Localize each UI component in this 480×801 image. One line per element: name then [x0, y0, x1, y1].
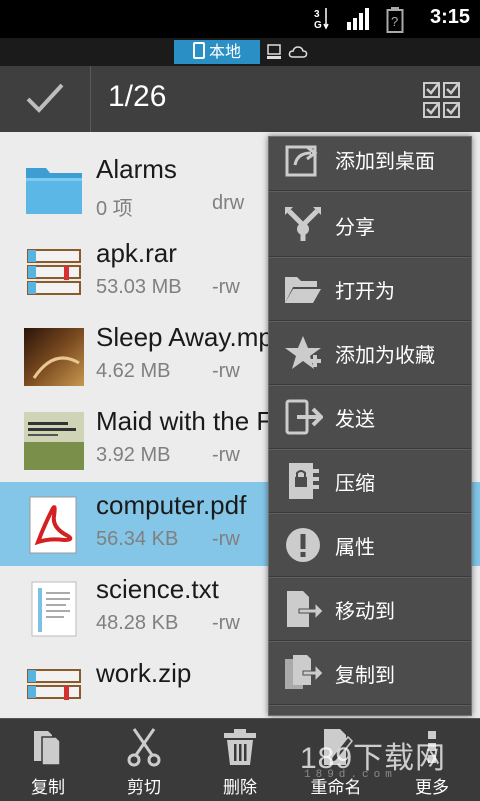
menu-item-label: 复制到	[335, 663, 395, 687]
menu-item-share[interactable]: 分享	[269, 193, 471, 257]
menu-item-label: 发送	[335, 407, 375, 431]
action-bar: 1/26	[0, 66, 480, 133]
menu-item-label: 属性	[335, 535, 375, 559]
favorite-star-icon	[283, 333, 323, 373]
file-size: 0 项	[96, 198, 133, 220]
file-name: Sleep Away.mp3	[96, 322, 288, 352]
checkmark-icon	[26, 82, 64, 118]
send-icon	[283, 397, 324, 437]
folder-icon	[24, 132, 84, 134]
selection-counter: 1/26	[108, 80, 167, 113]
album-art-thumbnail	[24, 328, 84, 386]
file-permissions: drw	[212, 192, 245, 214]
tab-local-storage[interactable]: 本地	[174, 40, 260, 64]
file-name: work.zip	[96, 658, 192, 688]
scissors-icon	[126, 727, 162, 767]
menu-item-compress[interactable]: 压缩	[269, 449, 471, 513]
menu-item-label: 添加到桌面	[335, 149, 435, 173]
watermark-subtext: 189d.com	[304, 769, 397, 781]
cloud-icon[interactable]	[288, 44, 308, 64]
folder-icon	[24, 160, 84, 218]
tab-local-label: 本地	[208, 42, 241, 61]
cut-label: 剪切	[127, 778, 161, 798]
file-permissions: -rw	[212, 444, 240, 466]
trash-icon	[222, 727, 258, 767]
phone-icon	[192, 42, 205, 59]
menu-item-send[interactable]: 发送	[269, 385, 471, 449]
menu-item-label: 压缩	[335, 471, 375, 495]
archive-icon	[24, 664, 84, 718]
menu-item-open-as[interactable]: 打开为	[269, 257, 471, 321]
add-shortcut-icon	[283, 139, 323, 179]
clock: 3:15	[429, 6, 470, 28]
file-size: 48.28 KB	[96, 612, 179, 634]
album-art-thumbnail	[24, 412, 84, 470]
battery-unknown-icon: ?	[386, 6, 404, 38]
file-name: science.txt	[96, 574, 219, 604]
file-permissions: -rw	[212, 528, 240, 550]
menu-item-move-to[interactable]: 移动到	[269, 577, 471, 641]
svg-text:G: G	[314, 20, 322, 31]
menu-item-properties[interactable]: 属性	[269, 513, 471, 577]
status-bar: 3G ? 3:15	[0, 0, 480, 38]
bottom-toolbar: 复制 剪切 删除 重命名 更多 189下载网 189d.com	[0, 718, 480, 801]
info-icon	[283, 525, 323, 565]
select-all-icon[interactable]	[422, 80, 462, 124]
open-folder-icon	[283, 269, 323, 309]
network-drive-icon[interactable]	[266, 44, 282, 64]
copy-button[interactable]: 复制	[0, 719, 96, 801]
copy-label: 复制	[31, 778, 65, 798]
file-permissions: -rw	[212, 360, 240, 382]
archive-icon	[24, 244, 84, 302]
file-name: Alarms	[96, 154, 177, 184]
file-name: apk.rar	[96, 238, 177, 268]
menu-item-copy-to[interactable]: 复制到	[269, 641, 471, 705]
network-3g-icon: 3G	[312, 6, 330, 36]
file-permissions: -rw	[212, 276, 240, 298]
cut-button[interactable]: 剪切	[96, 719, 192, 801]
move-icon	[283, 589, 324, 629]
menu-item-label: 移动到	[335, 599, 395, 623]
signal-strength-icon	[346, 6, 372, 36]
file-size: 56.34 KB	[96, 528, 179, 550]
file-size: 53.03 MB	[96, 276, 182, 298]
done-button[interactable]	[0, 66, 91, 132]
menu-item-label: 添加为收藏	[335, 343, 435, 367]
delete-button[interactable]: 删除	[192, 719, 288, 801]
menu-item-add-to-desktop[interactable]: 添加到桌面	[269, 137, 471, 191]
menu-item-label: 打开为	[335, 279, 395, 303]
text-file-icon	[24, 580, 84, 638]
file-size: 3.92 MB	[96, 444, 171, 466]
file-permissions: -rw	[212, 612, 240, 634]
file-name: computer.pdf	[96, 490, 247, 520]
delete-label: 删除	[223, 778, 257, 798]
context-menu: 添加到桌面 分享 打开为 添加为收藏 发送 压缩 属性 移动到 复制到	[268, 136, 472, 716]
share-icon	[283, 205, 323, 245]
svg-text:3: 3	[314, 9, 320, 20]
svg-text:?: ?	[391, 14, 398, 29]
compress-icon	[283, 461, 323, 501]
menu-item-add-favorite[interactable]: 添加为收藏	[269, 321, 471, 385]
location-bar: 本地	[0, 38, 480, 66]
file-size: 4.62 MB	[96, 360, 171, 382]
copy-icon	[30, 727, 66, 767]
pdf-icon	[24, 496, 84, 554]
copy-to-icon	[283, 653, 324, 693]
menu-item-label: 分享	[335, 215, 375, 239]
